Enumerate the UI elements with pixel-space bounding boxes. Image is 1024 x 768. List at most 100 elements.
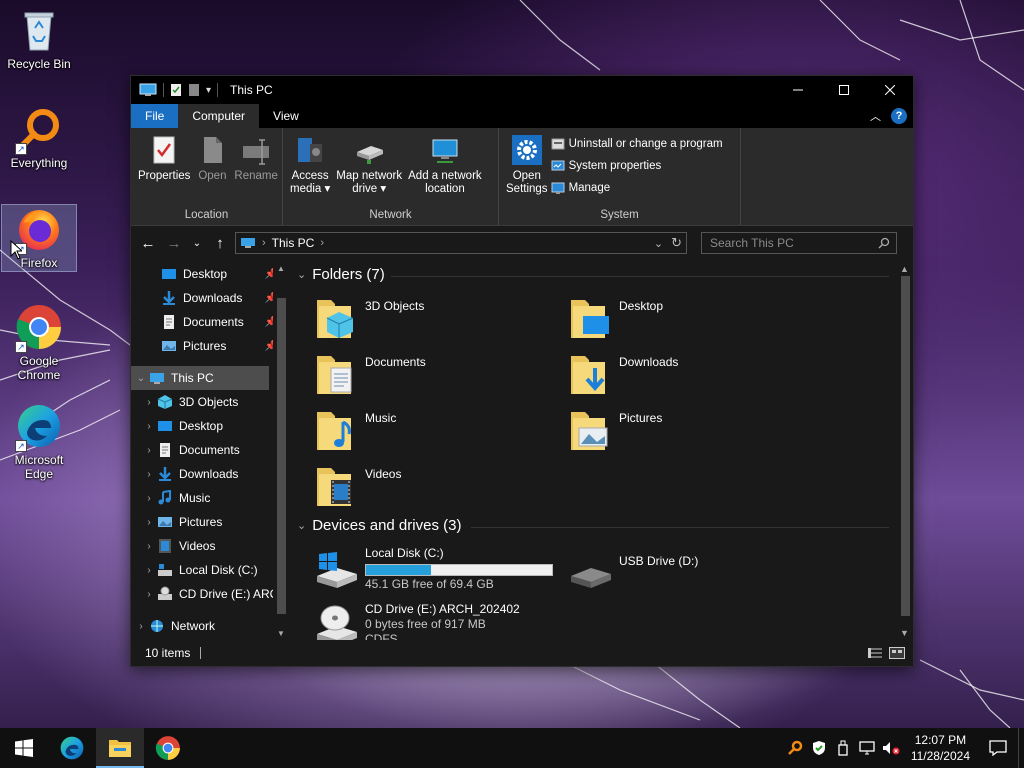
network-tray-icon[interactable] [855,728,879,768]
add-network-location-button[interactable]: Add a network location [405,132,485,207]
folder-3d-objects[interactable]: 3D Objects [313,294,543,346]
back-button[interactable]: ← [137,231,159,255]
notification-center-button[interactable] [978,728,1018,768]
everything-tray-icon[interactable] [783,728,807,768]
breadcrumb-this-pc[interactable]: This PC [272,236,315,250]
collapsed-chevron-icon[interactable]: › [141,469,157,480]
properties-button[interactable]: Properties [135,132,193,207]
volume-muted-icon[interactable] [879,728,903,768]
title-bar[interactable]: ▾ This PC [131,76,913,104]
collapse-group-icon[interactable]: ⌄ [297,519,306,532]
drive-usb-d[interactable]: USB Drive (D:) [567,552,817,600]
collapsed-chevron-icon[interactable]: › [141,565,157,576]
desktop-icon-firefox[interactable]: ↗ Firefox [1,204,77,272]
nav-item-videos[interactable]: › Videos [131,534,289,558]
refresh-icon[interactable]: ↻ [671,235,682,251]
minimize-button[interactable] [775,76,821,104]
folder-documents[interactable]: Documents [313,350,543,402]
up-button[interactable]: ↑ [209,231,231,255]
collapsed-chevron-icon[interactable]: › [141,445,157,456]
nav-item-desktop-quick[interactable]: Desktop 📌 [131,262,289,286]
help-icon[interactable]: ? [891,108,907,124]
start-button[interactable] [0,728,48,768]
maximize-button[interactable] [821,76,867,104]
scroll-down-icon[interactable]: ▼ [277,629,285,638]
system-properties-button[interactable]: System properties [551,156,723,175]
navigation-pane[interactable]: Desktop 📌 Downloads 📌 Documents 📌 Pictur… [131,262,289,640]
nav-item-pictures-quick[interactable]: Pictures 📌 [131,334,289,358]
file-explorer-window[interactable]: ▾ This PC File Computer View ︿ ? Propert… [130,75,914,667]
tab-view[interactable]: View [259,104,313,128]
desktop-icon-recycle-bin[interactable]: Recycle Bin [2,6,76,71]
content-scrollbar[interactable]: ▲ ▼ [897,262,913,640]
nav-item-documents-quick[interactable]: Documents 📌 [131,310,289,334]
taskbar-file-explorer-button[interactable] [96,728,144,768]
taskbar-chrome-button[interactable] [144,728,192,768]
folder-videos[interactable]: Videos [313,462,543,514]
map-network-drive-button[interactable]: Map network drive ▾ [333,132,405,207]
nav-item-desktop[interactable]: › Desktop [131,414,289,438]
folder-desktop[interactable]: Desktop [567,294,797,346]
nav-item-documents[interactable]: › Documents [131,438,289,462]
nav-item-network[interactable]: › Network [131,614,289,638]
tab-computer[interactable]: Computer [178,104,260,128]
properties-quick-icon[interactable] [170,83,182,97]
expanded-chevron-icon[interactable]: ⌄ [133,373,149,384]
open-settings-button[interactable]: Open Settings [503,132,551,207]
nav-item-cd-drive[interactable]: › CD Drive (E:) ARC [131,582,289,606]
details-view-icon[interactable] [867,647,883,659]
collapsed-chevron-icon[interactable]: › [141,421,157,432]
scroll-down-icon[interactable]: ▼ [900,628,909,638]
recent-locations-button[interactable]: ⌄ [189,231,205,255]
scroll-up-icon[interactable]: ▲ [277,264,285,273]
scrollbar-thumb[interactable] [901,276,910,616]
collapsed-chevron-icon[interactable]: › [141,493,157,504]
nav-item-3d-objects[interactable]: › 3D Objects [131,390,289,414]
collapsed-chevron-icon[interactable]: › [141,517,157,528]
nav-item-downloads[interactable]: › Downloads [131,462,289,486]
customize-toolbar-icon[interactable]: ▾ [206,85,211,96]
nav-item-music[interactable]: › Music [131,486,289,510]
nav-item-pictures[interactable]: › Pictures [131,510,289,534]
desktop-icon-everything[interactable]: ↗ Everything [2,105,76,170]
collapsed-chevron-icon[interactable]: › [141,589,157,600]
clock[interactable]: 12:07 PM 11/28/2024 [903,732,978,764]
address-dropdown-icon[interactable]: ⌄ [654,237,663,250]
large-icons-view-icon[interactable] [889,647,905,659]
scroll-up-icon[interactable]: ▲ [900,264,909,274]
forward-button[interactable]: → [163,231,185,255]
address-bar[interactable]: › This PC › ⌄ ↻ [235,232,687,254]
collapsed-chevron-icon[interactable]: › [141,397,157,408]
folder-music[interactable]: Music [313,406,543,458]
folders-group-header[interactable]: ⌄ Folders (7) [297,266,385,283]
uninstall-program-button[interactable]: Uninstall or change a program [551,134,723,153]
nav-item-downloads-quick[interactable]: Downloads 📌 [131,286,289,310]
content-pane[interactable]: ⌄ Folders (7) 3D Objects Desktop Documen… [291,262,913,646]
drives-group-header[interactable]: ⌄ Devices and drives (3) [297,517,461,534]
open-button[interactable]: Open [193,132,231,207]
rename-button[interactable]: Rename [231,132,280,207]
taskbar-edge-button[interactable] [48,728,96,768]
access-media-button[interactable]: Access media ▾ [287,132,333,207]
windows-security-icon[interactable] [807,728,831,768]
close-button[interactable] [867,76,913,104]
new-folder-quick-icon[interactable] [188,83,200,97]
usb-tray-icon[interactable] [831,728,855,768]
manage-button[interactable]: Manage [551,178,723,197]
desktop-icon-microsoft-edge[interactable]: ↗ Microsoft Edge [2,402,76,481]
collapsed-chevron-icon[interactable]: › [133,621,149,632]
collapsed-chevron-icon[interactable]: › [141,541,157,552]
folder-pictures[interactable]: Pictures [567,406,797,458]
breadcrumb-chevron-icon[interactable]: › [262,237,266,249]
folder-downloads[interactable]: Downloads [567,350,797,402]
show-desktop-button[interactable] [1018,728,1024,768]
tab-file[interactable]: File [131,104,179,128]
breadcrumb-chevron-icon[interactable]: › [320,237,324,249]
search-input[interactable]: Search This PC [701,232,897,254]
nav-pane-scrollbar[interactable]: ▲ ▼ [273,262,289,640]
collapse-ribbon-icon[interactable]: ︿ [870,108,881,124]
scrollbar-thumb[interactable] [277,298,286,614]
nav-item-this-pc[interactable]: ⌄ This PC [131,366,269,390]
collapse-group-icon[interactable]: ⌄ [297,268,306,281]
drive-local-disk-c[interactable]: Local Disk (C:) 45.1 GB free of 69.4 GB [313,546,563,594]
